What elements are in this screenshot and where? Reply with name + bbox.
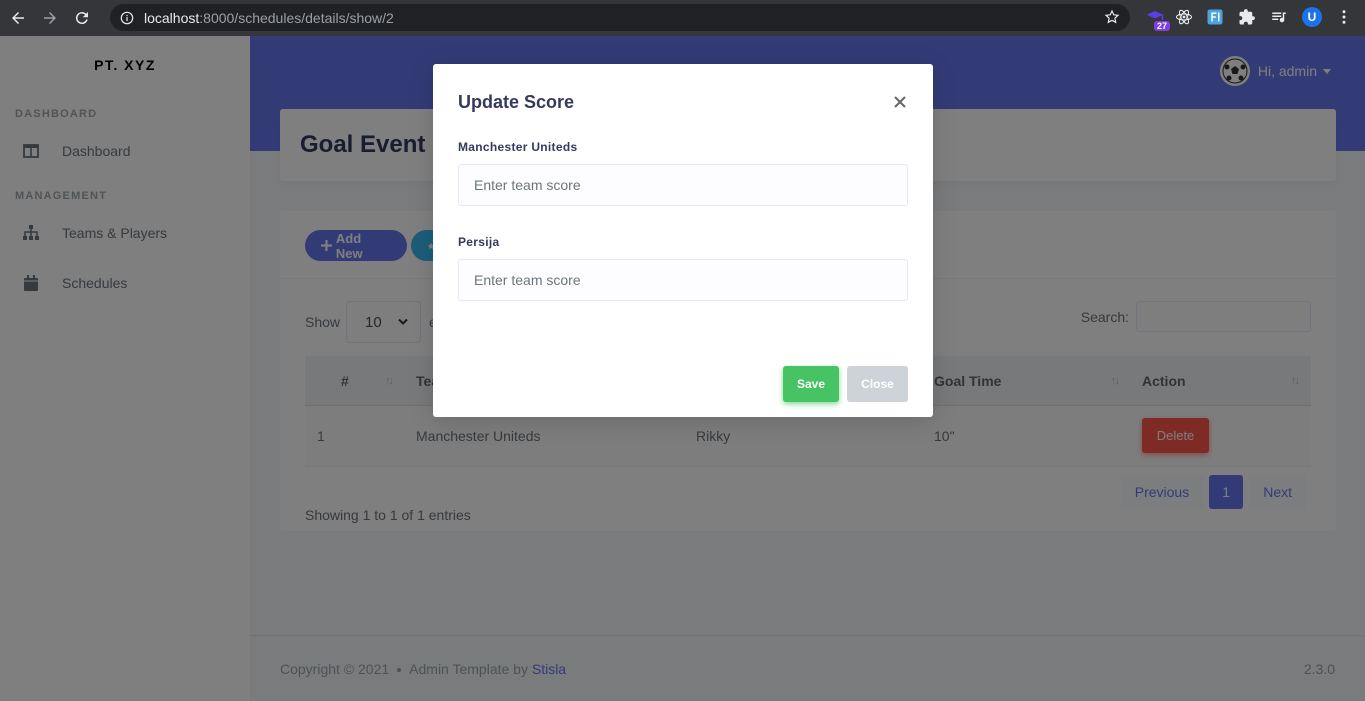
reload-button[interactable] — [68, 4, 96, 32]
close-button[interactable]: Close — [847, 366, 908, 402]
extension-badge: 27 — [1153, 21, 1170, 31]
kebab-menu-icon — [1342, 10, 1346, 24]
browser-toolbar: localhost:8000/schedules/details/show/2 … — [0, 0, 1365, 36]
bookmark-star-icon[interactable] — [1104, 9, 1120, 25]
profile-button[interactable]: U — [1301, 6, 1323, 28]
arrow-left-icon — [12, 12, 24, 24]
update-score-modal: Update Score Manchester Uniteds Persija … — [433, 64, 933, 417]
react-devtools-button[interactable] — [1173, 6, 1195, 28]
playlist-icon — [1272, 12, 1286, 23]
media-control-button[interactable] — [1268, 6, 1290, 28]
font-ext-icon — [1207, 9, 1223, 25]
back-button[interactable] — [4, 4, 32, 32]
extension-button[interactable]: 27 — [1144, 6, 1170, 31]
url-host: localhost — [144, 9, 200, 26]
modal-title: Update Score — [458, 92, 575, 112]
font-extension-button[interactable] — [1204, 6, 1226, 28]
team-one-label: Manchester Uniteds — [458, 140, 578, 154]
puzzle-icon — [1239, 9, 1255, 25]
reload-icon — [75, 12, 88, 25]
address-bar[interactable]: localhost:8000/schedules/details/show/2 — [110, 4, 1130, 31]
extensions-button[interactable] — [1236, 6, 1258, 28]
team-one-score-input[interactable] — [458, 164, 908, 206]
url-path: :8000/schedules/details/show/2 — [199, 9, 394, 26]
team-two-label: Persija — [458, 235, 500, 249]
close-icon[interactable] — [892, 94, 908, 110]
info-icon — [120, 11, 134, 24]
react-icon — [1175, 9, 1193, 25]
save-button[interactable]: Save — [783, 366, 839, 402]
forward-button[interactable] — [36, 4, 64, 32]
browser-menu-button[interactable] — [1333, 6, 1355, 28]
arrow-right-icon — [44, 12, 56, 24]
profile-avatar: U — [1302, 7, 1322, 27]
team-two-score-input[interactable] — [458, 259, 908, 301]
url-text: localhost:8000/schedules/details/show/2 — [144, 10, 394, 26]
